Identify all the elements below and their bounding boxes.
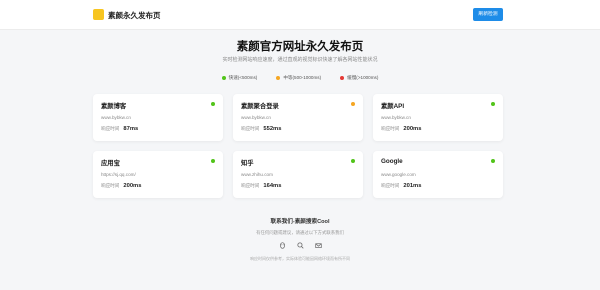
legend-label: 中等(500-1000ms) <box>283 75 322 80</box>
response-time: 响应时间 201ms <box>381 183 422 189</box>
header: 素颜永久发布页 刷新检测 <box>0 0 600 30</box>
response-value: 201ms <box>403 183 422 189</box>
status-dot-icon <box>491 102 495 106</box>
qq-icon[interactable] <box>278 241 286 249</box>
response-value: 87ms <box>123 126 139 132</box>
page-subtitle: 实时检测网站响应速度，通过直观的视觉标识快速了解各网站性能状况 <box>222 57 378 63</box>
mail-icon[interactable] <box>314 241 322 249</box>
response-time: 响应时间 200ms <box>381 126 422 132</box>
speed-legend: 快速(<500ms) 中等(500-1000ms) 缓慢(>1000ms) <box>0 75 600 81</box>
footer-subtitle: 有任何问题或建议，请通过以下方式联系我们 <box>256 230 344 235</box>
site-url[interactable]: www.bybkw.cn <box>381 115 411 120</box>
legend-label: 缓慢(>1000ms) <box>347 75 379 80</box>
site-url[interactable]: www.zhihu.com <box>241 172 273 177</box>
site-name: 应用宝 <box>101 160 120 167</box>
footer-note: 响应时间仅供参考，实际体验可能因网络环境而有所不同 <box>250 256 350 261</box>
slow-dot-icon <box>340 76 345 80</box>
site-name: 素颜聚合登录 <box>241 103 279 110</box>
fast-dot-icon <box>221 76 226 80</box>
status-dot-icon <box>491 159 495 163</box>
legend-slow: 缓慢(>1000ms) <box>340 75 378 81</box>
site-grid: 素颜博客 www.bybkw.cn 响应时间 87ms 素颜聚合登录 www.by… <box>93 94 503 198</box>
status-dot-icon <box>211 159 215 163</box>
legend-medium: 中等(500-1000ms) <box>276 75 321 81</box>
response-value: 200ms <box>403 126 422 132</box>
logo-icon <box>93 9 104 20</box>
response-value: 164ms <box>263 183 282 189</box>
search-icon[interactable] <box>296 241 304 249</box>
site-name: 素颜博客 <box>101 103 127 110</box>
response-time: 响应时间 87ms <box>101 126 139 132</box>
refresh-button[interactable]: 刷新检测 <box>473 8 503 21</box>
site-card-api[interactable]: 素颜API www.bybkw.cn 响应时间 200ms <box>373 94 503 141</box>
site-name: Google <box>381 158 403 165</box>
response-time: 响应时间 164ms <box>241 183 282 189</box>
status-dot-icon <box>351 159 355 163</box>
site-url[interactable]: www.google.com <box>381 172 416 177</box>
brand-title: 素颜永久发布页 <box>108 11 161 20</box>
site-card-login[interactable]: 素颜聚合登录 www.bybkw.cn 响应时间 552ms <box>233 94 363 141</box>
page-title: 素颜官方网址永久发布页 <box>236 41 364 53</box>
status-dot-icon <box>211 102 215 106</box>
site-card-zhihu[interactable]: 知乎 www.zhihu.com 响应时间 164ms <box>233 151 363 198</box>
medium-dot-icon <box>276 76 281 80</box>
site-url[interactable]: www.bybkw.cn <box>101 115 131 120</box>
site-name: 素颜API <box>381 103 405 110</box>
response-value: 200ms <box>123 183 142 189</box>
response-time: 响应时间 200ms <box>101 183 142 189</box>
legend-label: 快速(<500ms) <box>228 75 258 80</box>
site-card-blog[interactable]: 素颜博客 www.bybkw.cn 响应时间 87ms <box>93 94 223 141</box>
legend-fast: 快速(<500ms) <box>221 75 258 81</box>
contact-icons <box>0 241 600 249</box>
site-url[interactable]: www.bybkw.cn <box>241 115 271 120</box>
response-time: 响应时间 552ms <box>241 126 282 132</box>
site-card-yyb[interactable]: 应用宝 https://sj.qq.com/ 响应时间 200ms <box>93 151 223 198</box>
status-dot-icon <box>351 102 355 106</box>
site-card-google[interactable]: Google www.google.com 响应时间 201ms <box>373 151 503 198</box>
site-name: 知乎 <box>241 160 254 167</box>
response-value: 552ms <box>263 126 282 132</box>
site-url[interactable]: https://sj.qq.com/ <box>101 172 136 177</box>
footer-title: 联系我们-素颜搜索Cool <box>270 219 330 225</box>
